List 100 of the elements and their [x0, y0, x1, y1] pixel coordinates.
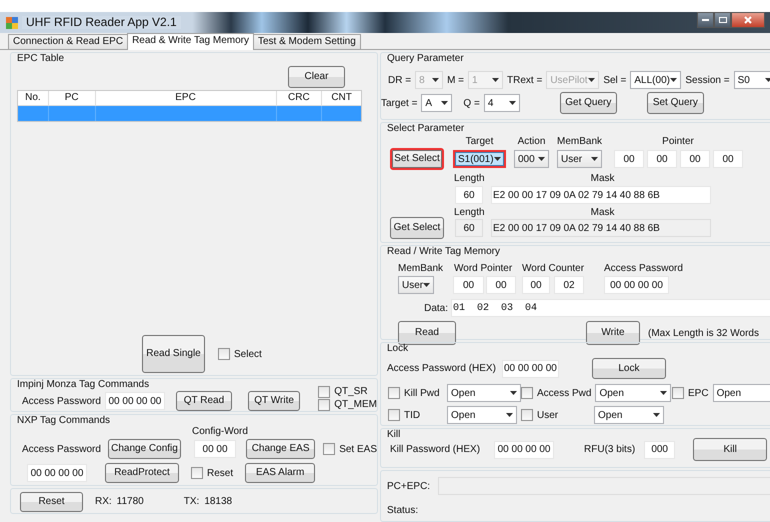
label: Kill Pwd	[404, 386, 441, 400]
label: Kill Password (HEX)	[390, 443, 480, 456]
dropdown[interactable]: Open	[594, 406, 664, 424]
input-field[interactable]: 00 00 00 00	[104, 392, 165, 410]
button[interactable]: Clear	[288, 66, 345, 88]
caret-icon	[494, 157, 501, 161]
tab[interactable]: Read & Write Tag Memory	[127, 33, 254, 50]
group-title: Impinj Monza Tag Commands	[17, 378, 150, 391]
label: Access Password	[604, 262, 683, 275]
input-field[interactable]: E2 00 00 17 09 0A 02 79 14 40 88 6B	[491, 186, 711, 204]
checkbox[interactable]	[323, 443, 336, 455]
maximize-button[interactable]	[714, 12, 731, 28]
dropdown[interactable]: Open	[447, 384, 521, 402]
checkbox[interactable]	[521, 409, 533, 421]
caret-icon	[653, 413, 660, 417]
button[interactable]: Reset	[20, 492, 83, 512]
input-field[interactable]: 60	[455, 186, 483, 204]
label: QT_SR	[334, 385, 368, 398]
input-field[interactable]: 00	[614, 150, 644, 168]
input-field[interactable]: 60	[455, 219, 483, 237]
checkbox[interactable]	[521, 387, 533, 399]
tx-count: 18138	[204, 495, 232, 508]
checkbox[interactable]	[388, 387, 400, 399]
label: M =	[447, 74, 464, 86]
label: RFU(3 bits)	[584, 443, 636, 456]
group-title: Query Parameter	[387, 52, 464, 65]
button[interactable]: Change Config	[108, 439, 182, 459]
checkbox[interactable]	[318, 386, 330, 398]
column-header[interactable]: CNT	[322, 91, 361, 105]
note-text: (Max Length is 32 Words	[648, 326, 759, 340]
checkbox[interactable]	[318, 398, 330, 410]
minimize-button[interactable]	[697, 12, 714, 28]
label: Mask	[590, 172, 616, 185]
dropdown[interactable]: 000	[514, 150, 549, 168]
button[interactable]: Set Select	[390, 148, 444, 170]
label: Access Password	[22, 394, 101, 408]
input-field[interactable]: 00	[680, 150, 710, 168]
input-field[interactable]: E2 00 00 17 09 0A 02 79 14 40 88 6B	[491, 219, 711, 237]
button[interactable]: Kill	[693, 438, 768, 461]
label: Reset	[207, 466, 234, 480]
dropdown[interactable]: Open	[712, 384, 770, 402]
button[interactable]: Get Select	[390, 217, 444, 239]
checkbox[interactable]	[218, 348, 230, 360]
group-title: EPC Table	[17, 52, 64, 65]
tab[interactable]: Connection & Read EPC	[8, 34, 128, 49]
dropdown[interactable]: 4	[484, 94, 520, 112]
button[interactable]: Read Single	[142, 335, 205, 373]
input-field[interactable]: 00 00 00 00	[27, 464, 87, 482]
button[interactable]: QT Write	[248, 391, 300, 411]
column-header[interactable]: EPC	[96, 91, 276, 105]
tab[interactable]: Test & Modem Setting	[252, 34, 361, 49]
label: Access Password (HEX)	[387, 362, 496, 375]
button[interactable]: Set Query	[646, 92, 704, 114]
button[interactable]: Get Query	[560, 92, 617, 114]
caret-icon	[670, 78, 678, 82]
app-icon	[6, 16, 18, 28]
input-field[interactable]: 02	[554, 276, 584, 294]
caret-icon	[432, 78, 440, 82]
button[interactable]: QT Read	[176, 391, 232, 411]
close-button[interactable]	[731, 12, 765, 28]
dropdown[interactable]: Open	[595, 384, 672, 402]
column-header[interactable]: PC	[48, 91, 96, 105]
checkbox[interactable]	[388, 409, 400, 421]
button[interactable]: Write	[586, 321, 640, 345]
label: Target =	[381, 96, 418, 110]
column-header[interactable]: No.	[18, 91, 49, 105]
label: Q =	[463, 96, 480, 110]
input-field[interactable]: 00	[647, 150, 677, 168]
checkbox[interactable]	[672, 387, 684, 399]
input-field[interactable]: 00	[522, 276, 550, 294]
dropdown[interactable]: User	[557, 150, 602, 168]
button[interactable]: Lock	[592, 358, 666, 379]
dropdown[interactable]: A	[421, 94, 452, 112]
caret-icon	[506, 413, 513, 417]
input-field[interactable]: 00	[486, 276, 516, 294]
input-field[interactable]: 00 00 00 00	[494, 440, 554, 458]
dropdown[interactable]: ALL(00)	[630, 71, 682, 89]
input-field[interactable]: 000	[644, 440, 676, 458]
dropdown[interactable]: S0	[734, 71, 770, 89]
button[interactable]: ReadProtect	[105, 463, 179, 483]
caret-icon	[441, 101, 448, 105]
input-field[interactable]: 00 00 00 00	[604, 276, 669, 294]
group-title: Kill	[387, 428, 400, 441]
dropdown[interactable]: Open	[447, 406, 517, 424]
input-field[interactable]: 00 00	[194, 440, 236, 458]
checkbox[interactable]	[191, 467, 203, 479]
label: Access Password	[22, 442, 101, 456]
button[interactable]: Change EAS	[246, 439, 316, 459]
input-field[interactable]: 00	[713, 150, 743, 168]
dropdown[interactable]: User	[398, 276, 434, 294]
button[interactable]: EAS Alarm	[245, 463, 316, 483]
button[interactable]: Read	[398, 321, 456, 345]
dropdown[interactable]: S1(001)	[453, 150, 506, 168]
label: RX:	[95, 495, 112, 508]
caret-icon	[510, 391, 517, 395]
input-field[interactable]: 00 00 00 00	[502, 360, 559, 378]
column-header[interactable]: CRC	[276, 91, 322, 105]
label: MemBank	[557, 135, 602, 148]
input-field[interactable]: 01 02 03 04	[451, 299, 770, 317]
input-field[interactable]: 00	[453, 276, 484, 294]
